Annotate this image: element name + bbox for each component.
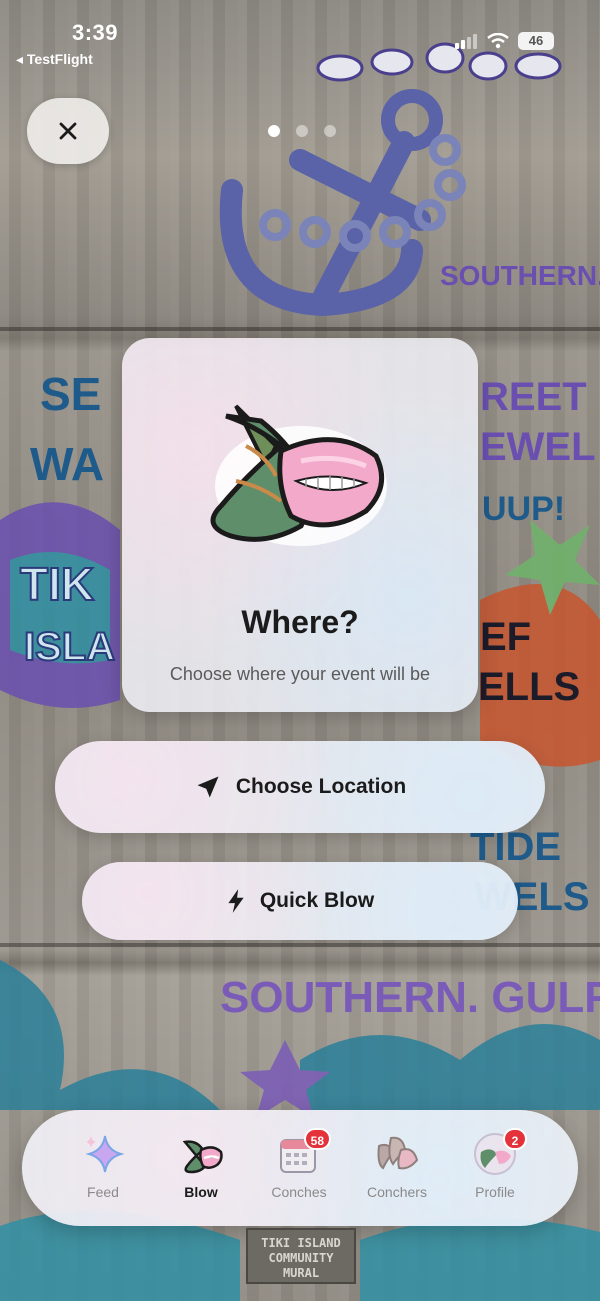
shells-icon: [375, 1132, 419, 1176]
page-dot-3: [324, 125, 336, 137]
choose-location-label: Choose Location: [235, 775, 407, 798]
wifi-icon: [487, 33, 509, 49]
tab-blow[interactable]: Blow: [153, 1132, 249, 1212]
tab-label: Conches: [271, 1184, 327, 1200]
svg-text:EWEL: EWEL: [480, 425, 596, 469]
sparkle-icon: [81, 1132, 125, 1176]
location-arrow-icon: [197, 776, 219, 798]
tab-label: Conchers: [367, 1184, 427, 1200]
wall-text-top: SOUTHERN. GULF.: [440, 260, 600, 291]
close-icon: [59, 122, 77, 140]
conch-icon: [179, 1132, 223, 1176]
conch-lips-illustration: [210, 404, 387, 546]
card-subtitle: Choose where your event will be: [169, 664, 431, 684]
status-time: 3:39: [72, 20, 119, 45]
status-indicators: 46: [454, 32, 554, 50]
tab-label: Feed: [87, 1184, 119, 1200]
close-button[interactable]: [27, 98, 109, 164]
svg-text:SE: SE: [40, 368, 101, 420]
tab-bar: Feed Blow 58 Conches Conchers 2 Profile: [22, 1110, 578, 1226]
page-indicator: [268, 125, 336, 137]
svg-text:ISLA: ISLA: [24, 625, 115, 669]
quick-blow-label: Quick Blow: [259, 889, 375, 912]
quick-blow-button[interactable]: Quick Blow: [82, 862, 518, 940]
avatar-icon: 2: [473, 1128, 527, 1176]
tab-label: Profile: [475, 1184, 515, 1200]
tab-conchers[interactable]: Conchers: [349, 1132, 445, 1212]
profile-badge: 2: [503, 1128, 527, 1150]
conches-badge: 58: [303, 1128, 331, 1150]
svg-text:REET: REET: [480, 375, 587, 419]
tab-feed[interactable]: Feed: [55, 1132, 151, 1212]
back-to-app-link[interactable]: ◂ TestFlight: [16, 51, 93, 68]
svg-text:UUP!: UUP!: [482, 490, 565, 528]
svg-text:TIK: TIK: [20, 558, 94, 610]
mural-plaque: TIKI ISLAND COMMUNITY MURAL: [246, 1228, 356, 1284]
svg-text:ELLS: ELLS: [478, 665, 580, 709]
lightning-icon: [228, 889, 244, 913]
where-card: Where? Choose where your event will be: [122, 338, 478, 712]
calendar-icon: 58: [277, 1128, 331, 1176]
card-title: Where?: [241, 604, 359, 640]
signal-icon: [455, 34, 477, 49]
page-dot-1: [268, 125, 280, 137]
choose-location-button[interactable]: Choose Location: [55, 741, 545, 833]
tab-profile[interactable]: 2 Profile: [447, 1128, 543, 1212]
tab-label: Blow: [184, 1184, 218, 1200]
wall-text-bottom: SOUTHERN. GULF.: [220, 973, 600, 1022]
svg-text:EF: EF: [480, 615, 531, 659]
page-dot-2: [296, 125, 308, 137]
svg-text:WA: WA: [30, 438, 104, 490]
tab-conches[interactable]: 58 Conches: [251, 1128, 347, 1212]
battery-indicator: 46: [518, 32, 554, 50]
